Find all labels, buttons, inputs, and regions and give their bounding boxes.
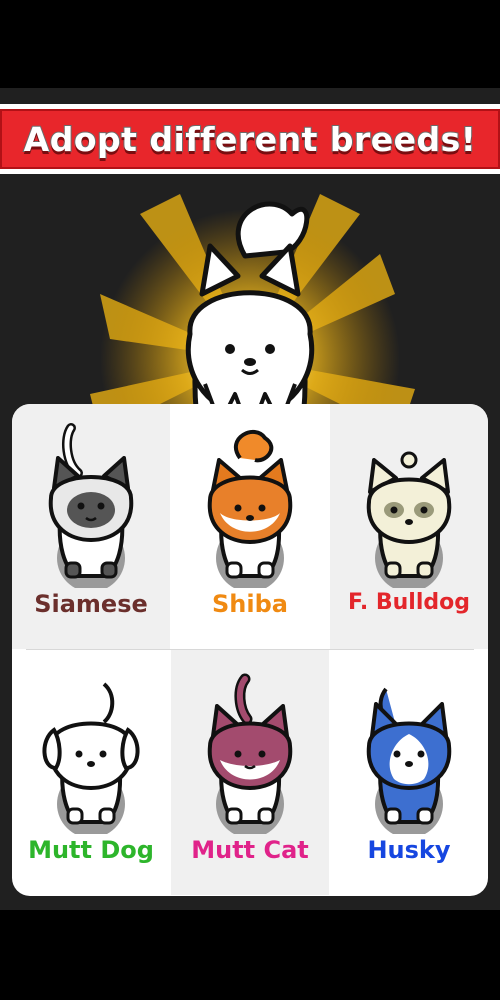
breed-card-shiba[interactable]: Shiba — [171, 404, 329, 649]
breed-card-mutt-dog[interactable]: Mutt Dog — [12, 650, 170, 895]
mutt-cat-icon — [207, 673, 293, 834]
breed-card-husky[interactable]: Husky — [330, 650, 488, 895]
breed-card-siamese[interactable]: Siamese — [12, 404, 170, 649]
shiba-dog-icon — [207, 430, 293, 588]
breed-card-mutt-cat[interactable]: Mutt Cat — [171, 650, 329, 895]
french-bulldog-icon — [366, 451, 452, 588]
husky-dog-icon — [366, 687, 452, 834]
mutt-dog-icon — [42, 682, 140, 834]
breed-label: Husky — [367, 836, 451, 864]
breed-label: Mutt Dog — [28, 836, 154, 864]
game-screen: Adopt different breeds! Siamese Shiba F.… — [0, 88, 500, 910]
breed-label: Siamese — [34, 590, 148, 618]
title-banner: Adopt different breeds! — [0, 104, 500, 174]
banner-title: Adopt different breeds! — [23, 119, 477, 160]
breed-label: F. Bulldog — [348, 590, 470, 615]
breed-label: Mutt Cat — [191, 836, 309, 864]
breed-card-f-bulldog[interactable]: F. Bulldog — [330, 404, 488, 649]
siamese-cat-icon — [48, 423, 134, 588]
breed-label: Shiba — [212, 590, 288, 618]
breed-grid: Siamese Shiba F. Bulldog Mutt Dog Mutt C… — [12, 404, 488, 896]
